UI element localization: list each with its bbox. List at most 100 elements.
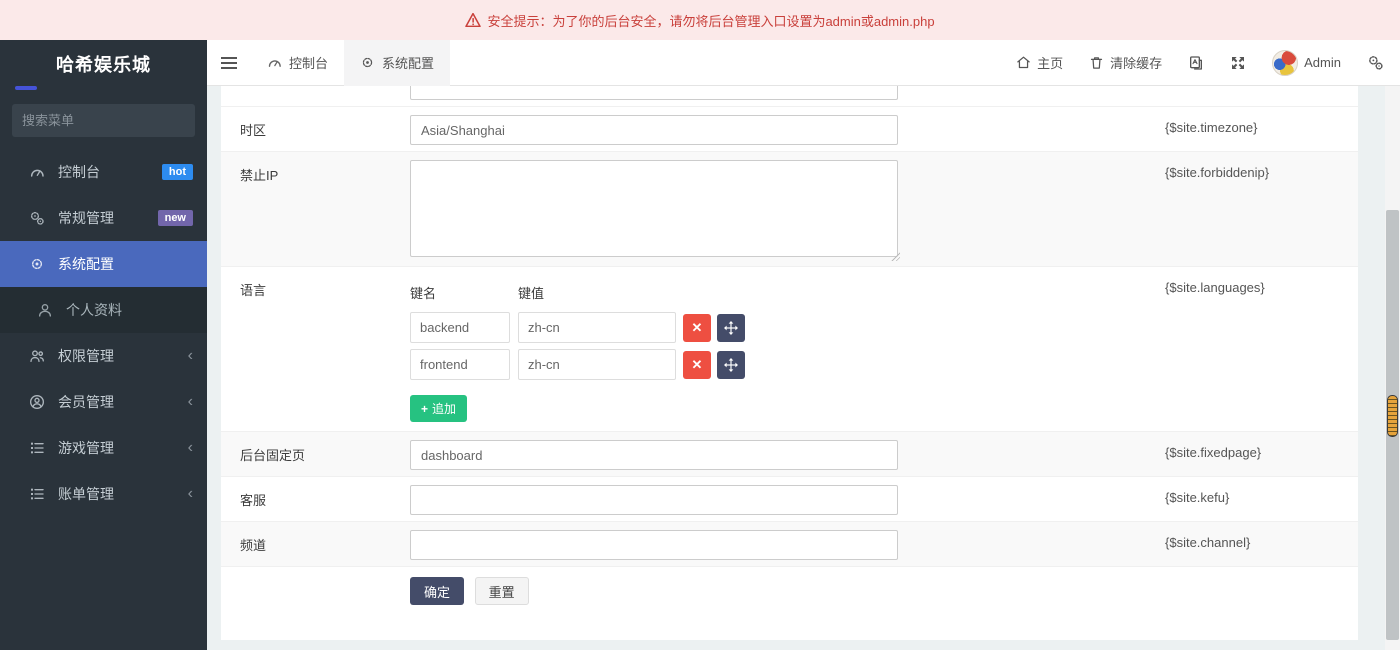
tab-label: 控制台 <box>289 53 328 72</box>
sidebar-item-system-config[interactable]: 系统配置 <box>0 241 207 287</box>
chevron-left-icon: ‹ <box>188 348 193 364</box>
chevron-left-icon: ‹ <box>188 486 193 502</box>
sidebar-item-label: 常规管理 <box>58 208 114 228</box>
menu-search-input[interactable] <box>22 113 198 128</box>
sidebar: 哈希娱乐城 控制台 hot 常规管理 new <box>0 40 207 650</box>
fixedpage-input[interactable] <box>410 440 898 470</box>
lang-value-input[interactable] <box>518 349 676 380</box>
gauge-icon <box>28 164 46 180</box>
sidebar-item-label: 系统配置 <box>58 254 114 274</box>
form-row-timezone: 时区 {$site.timezone} <box>221 107 1358 152</box>
vertical-scrollbar[interactable] <box>1385 86 1400 650</box>
move-icon <box>724 358 738 372</box>
user-circle-icon <box>28 394 46 410</box>
form-row-partial <box>221 86 1358 107</box>
delete-row-button[interactable]: ✕ <box>683 351 711 379</box>
gear-icon <box>360 55 375 70</box>
template-variable: {$site.kefu} <box>1165 490 1229 505</box>
brand-accent-dash <box>15 86 37 90</box>
kv-row: ✕ <box>410 349 745 380</box>
clear-cache-link[interactable]: 清除缓存 <box>1089 53 1162 72</box>
username-label: Admin <box>1304 55 1341 70</box>
list-icon <box>28 440 46 456</box>
home-label: 主页 <box>1037 53 1063 72</box>
sidebar-item-general[interactable]: 常规管理 new <box>0 195 207 241</box>
hot-badge: hot <box>162 164 193 180</box>
field-label: 客服 <box>221 477 410 521</box>
sidebar-menu: 控制台 hot 常规管理 new 系统配置 <box>0 149 207 517</box>
field-label: 语言 <box>221 267 410 431</box>
users-icon <box>28 348 46 364</box>
sidebar-item-label: 控制台 <box>58 162 100 182</box>
home-link[interactable]: 主页 <box>1016 53 1063 72</box>
brand-title: 哈希娱乐城 <box>0 40 207 88</box>
form-row-languages: 语言 键名 键值 ✕ <box>221 267 1358 432</box>
user-icon <box>36 302 54 318</box>
gear-icon <box>28 256 46 272</box>
sidebar-item-games[interactable]: 游戏管理 ‹ <box>0 425 207 471</box>
delete-row-button[interactable]: ✕ <box>683 314 711 342</box>
trash-icon <box>1089 55 1104 70</box>
lang-key-input[interactable] <box>410 349 510 380</box>
sidebar-item-members[interactable]: 会员管理 ‹ <box>0 379 207 425</box>
home-icon <box>1016 55 1031 70</box>
fullscreen-icon[interactable] <box>1230 55 1246 71</box>
sidebar-item-label: 会员管理 <box>58 392 114 412</box>
kv-row: ✕ <box>410 312 745 343</box>
timezone-input[interactable] <box>410 115 898 145</box>
template-variable: {$site.fixedpage} <box>1165 445 1261 460</box>
sidebar-item-label: 个人资料 <box>66 300 122 320</box>
top-navbar: 控制台 系统配置 主页 清除缓存 <box>207 40 1400 86</box>
list-icon <box>28 486 46 502</box>
submit-button[interactable]: 确定 <box>410 577 464 605</box>
partial-input[interactable] <box>410 86 898 100</box>
chevron-left-icon: ‹ <box>188 440 193 456</box>
field-label: 频道 <box>221 522 410 566</box>
template-variable: {$site.languages} <box>1165 280 1265 295</box>
avatar[interactable] <box>1272 50 1298 76</box>
new-badge: new <box>158 210 193 226</box>
tab-label: 系统配置 <box>382 53 434 72</box>
kv-value-header: 键值 <box>518 283 544 302</box>
sidebar-item-bills[interactable]: 账单管理 ‹ <box>0 471 207 517</box>
sidebar-toggle-button[interactable] <box>207 40 251 86</box>
lang-key-input[interactable] <box>410 312 510 343</box>
sidebar-item-profile[interactable]: 个人资料 <box>0 287 207 333</box>
plus-icon: + <box>421 402 428 416</box>
user-menu[interactable]: Admin <box>1272 50 1341 76</box>
sidebar-item-dashboard[interactable]: 控制台 hot <box>0 149 207 195</box>
warning-icon <box>465 13 481 27</box>
chevron-left-icon: ‹ <box>188 394 193 410</box>
append-button[interactable]: +追加 <box>410 395 467 422</box>
field-label: 后台固定页 <box>221 432 410 476</box>
template-variable: {$site.timezone} <box>1165 120 1258 135</box>
move-row-button[interactable] <box>717 351 745 379</box>
sidebar-item-permissions[interactable]: 权限管理 ‹ <box>0 333 207 379</box>
template-variable: {$site.channel} <box>1165 535 1250 550</box>
channel-input[interactable] <box>410 530 898 560</box>
scrollbar-grip[interactable] <box>1387 395 1398 437</box>
forbiddenip-textarea[interactable] <box>410 160 898 257</box>
form-row-channel: 频道 {$site.channel} <box>221 522 1358 567</box>
kv-key-header: 键名 <box>410 283 518 302</box>
sidebar-item-label: 游戏管理 <box>58 438 114 458</box>
clear-cache-label: 清除缓存 <box>1110 53 1162 72</box>
form-actions: 确定 重置 <box>221 567 1358 605</box>
lang-value-input[interactable] <box>518 312 676 343</box>
tab-dashboard[interactable]: 控制台 <box>251 40 344 86</box>
sidebar-item-label: 账单管理 <box>58 484 114 504</box>
move-row-button[interactable] <box>717 314 745 342</box>
gauge-icon <box>267 55 282 70</box>
move-icon <box>724 321 738 335</box>
translate-icon[interactable] <box>1188 55 1204 71</box>
cogs-icon[interactable] <box>1367 54 1384 71</box>
tab-system-config[interactable]: 系统配置 <box>344 40 450 86</box>
sidebar-item-label: 权限管理 <box>58 346 114 366</box>
security-warning-text: 安全提示：为了你的后台安全，请勿将后台管理入口设置为admin或admin.ph… <box>487 11 934 30</box>
reset-button[interactable]: 重置 <box>475 577 529 605</box>
cogs-icon <box>28 210 46 226</box>
kefu-input[interactable] <box>410 485 898 515</box>
template-variable: {$site.forbiddenip} <box>1165 165 1269 180</box>
menu-search-box[interactable] <box>12 104 195 137</box>
form-row-forbiddenip: 禁止IP {$site.forbiddenip} <box>221 152 1358 267</box>
